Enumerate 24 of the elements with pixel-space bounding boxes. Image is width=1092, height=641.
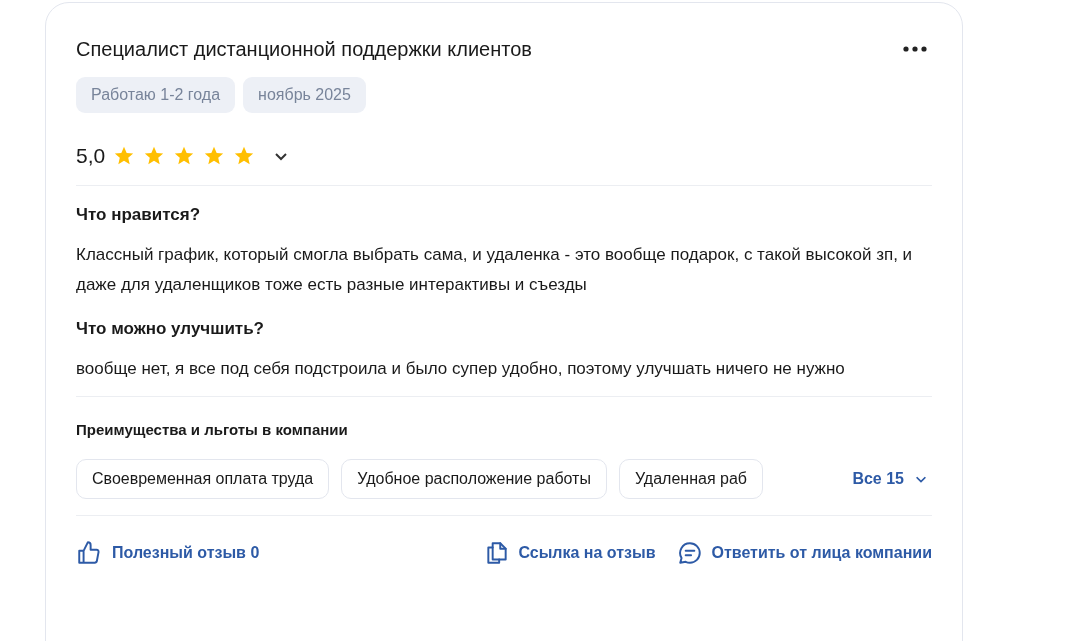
tag: ноябрь 2025 [243, 77, 366, 113]
star-icon [173, 145, 196, 167]
section-heading: Что можно улучшить? [76, 318, 265, 340]
benefit-tag: Удобное расположение работы [341, 459, 607, 499]
tag: Работаю 1-2 года [76, 77, 236, 113]
benefit-tag: Своевременная оплата труда [76, 459, 330, 499]
show-all-button[interactable]: Все 15 [852, 467, 928, 491]
rating-value: 5,0 [76, 143, 106, 170]
star-icon [203, 145, 226, 167]
chat-icon [677, 540, 704, 566]
reply-button[interactable]: Ответить от лица компании [677, 540, 932, 566]
section-text: Классный график, который смогла выбрать сама, и удаленка - это вообще подарок, с такой высокой зп, и даже для удаленщиков тоже есть разные интерактивы и съезды [76, 244, 914, 296]
section-heading: Что нравится? [76, 204, 202, 226]
copy-link-button[interactable]: Ссылка на отзыв [484, 540, 656, 566]
review-title: Специалист дистанционной поддержки клиентов [76, 37, 532, 62]
more-icon[interactable] [902, 45, 928, 53]
helpful-button[interactable]: Полезный отзыв 0 [76, 540, 260, 566]
star-icon [233, 145, 256, 167]
benefit-tag: Удаленная раб [618, 459, 763, 499]
section-text: вообще нет, я все под себя подстроила и было супер удобно, поэтому улучшать ничего не нужно [76, 358, 846, 380]
star-icon [143, 145, 166, 167]
benefits-heading: Преимущества и льготы в компании [76, 420, 349, 440]
thumbs-up-icon [76, 540, 102, 566]
star-icon [113, 145, 136, 167]
